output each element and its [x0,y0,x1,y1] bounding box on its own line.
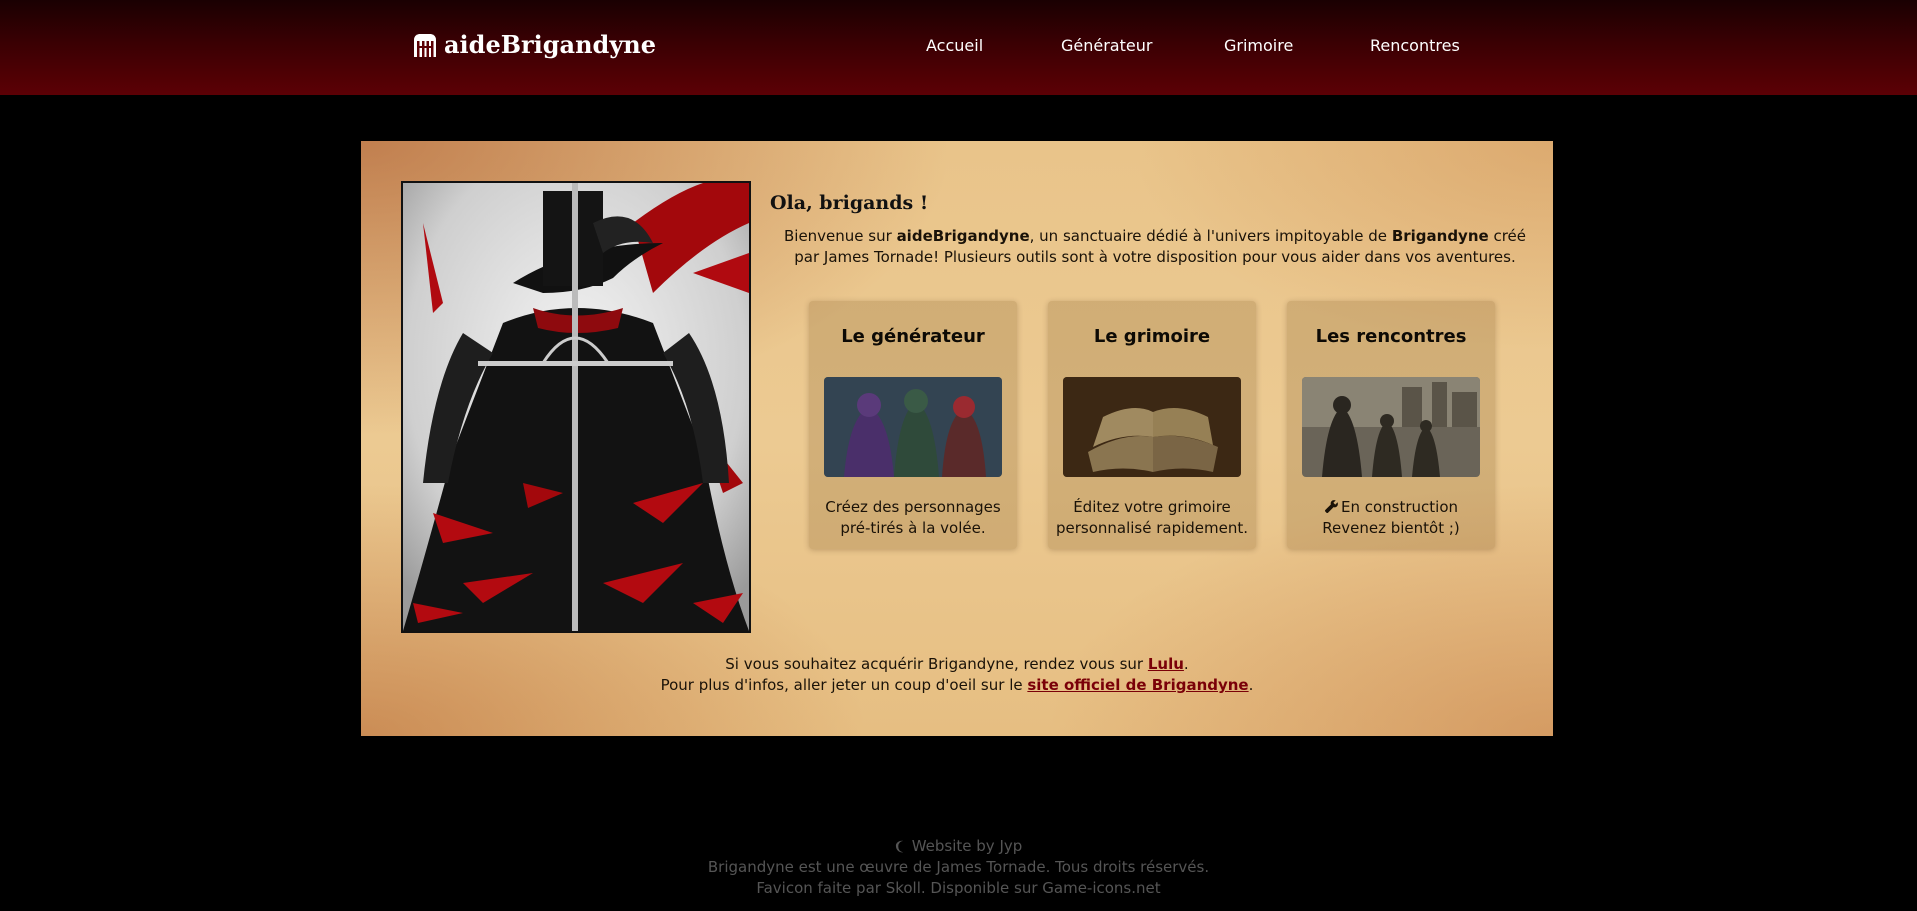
card-title: Le générateur [841,326,985,347]
card-image-encounters [1302,377,1480,477]
intro-part: Bienvenue sur [783,227,897,245]
card-desc-line: personnalisé rapidement. [1055,519,1249,537]
card-title: Le grimoire [1093,326,1211,347]
info-text: Si vous souhaitez acquérir Brigandyne, r… [725,655,1148,673]
intro-bold-site: aideBrigandyne [896,227,1030,245]
card-image-book [1063,377,1241,477]
purchase-info: Si vous souhaitez acquérir Brigandyne, r… [361,654,1553,696]
card-desc-line: Créez des personnages [825,498,1001,516]
brand-logo[interactable]: aideBrigandyne [412,30,656,59]
nav-accueil[interactable]: Accueil [926,36,983,55]
intro-text: Bienvenue sur aideBrigandyne, un sanctua… [770,226,1540,268]
nav-grimoire[interactable]: Grimoire [1224,36,1293,55]
intro-bold-game: Brigandyne [1391,227,1489,245]
nav-generateur[interactable]: Générateur [1061,36,1152,55]
brand-name: aideBrigandyne [444,30,656,59]
card-desc-line: Éditez votre grimoire [1073,498,1231,516]
card-desc-line: pré-tirés à la volée. [840,519,986,537]
site-header: aideBrigandyne Accueil Générateur Grimoi… [0,0,1917,95]
intro-part: , un sanctuaire dédié à l'univers impito… [1029,227,1392,245]
site-footer: Website by Jyp Brigandyne est une œuvre … [0,836,1917,899]
card-image-characters [824,377,1002,477]
card-description: Éditez votre grimoire personnalisé rapid… [1048,497,1256,539]
card-grimoire[interactable]: Le grimoire Éditez votre grimoire person… [1048,301,1256,549]
nav-rencontres[interactable]: Rencontres [1370,36,1460,55]
lulu-link[interactable]: Lulu [1148,655,1184,673]
page-title: Ola, brigands ! [770,192,929,214]
card-title: Les rencontres [1315,326,1467,347]
hero-illustration [401,181,751,633]
main-panel: Ola, brigands ! Bienvenue sur aideBrigan… [361,141,1553,736]
footer-copyright: Brigandyne est une œuvre de James Tornad… [707,858,1210,876]
official-site-link[interactable]: site officiel de Brigandyne [1027,676,1248,694]
info-text: . [1183,655,1189,673]
card-description: Créez des personnages pré-tirés à la vol… [809,497,1017,539]
card-desc-line: Revenez bientôt ;) [1322,519,1460,537]
card-rencontres[interactable]: Les rencontres En construction Revenez b… [1287,301,1495,549]
moon-icon [895,840,903,853]
card-generateur[interactable]: Le générateur Créez des personnages pré-… [809,301,1017,549]
card-desc-line: En construction [1340,498,1459,516]
footer-credit: Website by Jyp [911,837,1023,855]
card-description: En construction Revenez bientôt ;) [1287,497,1495,539]
info-text: Pour plus d'infos, aller jeter un coup d… [660,676,1028,694]
info-text: . [1248,676,1254,694]
footer-favicon-credit: Favicon faite par Skoll. Disponible sur … [756,879,1161,897]
wrench-icon [1324,500,1338,514]
castle-gate-icon [414,33,436,57]
